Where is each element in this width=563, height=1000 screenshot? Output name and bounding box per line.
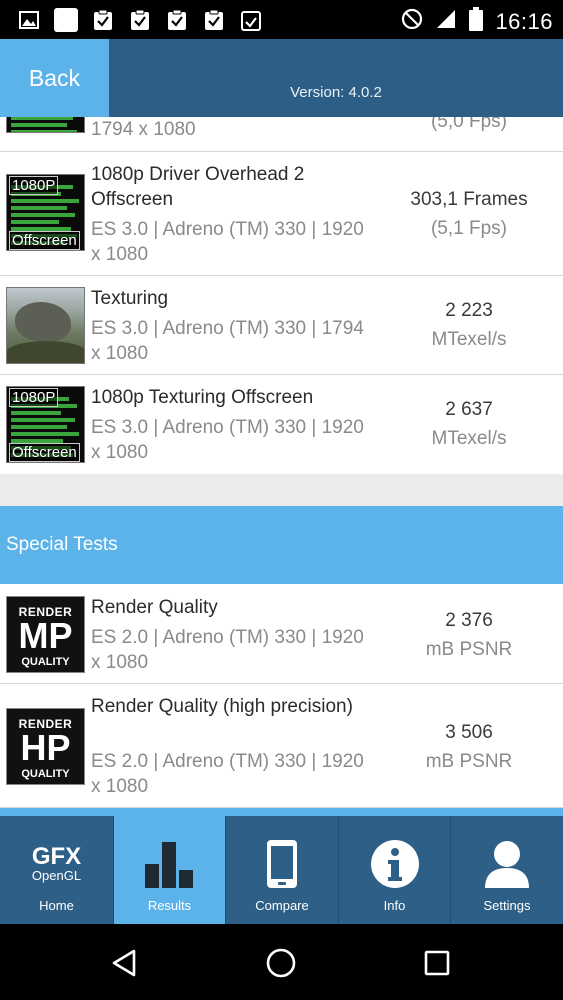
notification-icons (16, 8, 264, 32)
clipboard-check-icon (90, 8, 116, 32)
badge-big-text: HP (20, 727, 71, 768)
info-icon (339, 838, 450, 890)
gfx-opengl-logo-icon: GFX OpenGL (0, 838, 113, 890)
nav-compare[interactable]: Compare (225, 816, 338, 924)
nav-results[interactable]: Results (113, 816, 225, 924)
test-subtitle: ES 2.0 | Adreno (TM) 330 | 1920 x 1080 (91, 751, 364, 797)
nav-label: Home (39, 898, 74, 913)
app-square-icon (53, 8, 79, 32)
back-button[interactable]: Back (0, 39, 109, 117)
test-unit: mB PSNR (425, 639, 513, 660)
test-unit: mB PSNR (425, 751, 513, 772)
battery-icon (469, 7, 484, 36)
test-subtitle: ES 3.0 | Adreno (TM) 330 | 1920 x 1080 (91, 417, 364, 463)
version-label: Version: 4.0.2 (290, 84, 382, 101)
test-unit: (5,0 Fps) (430, 117, 508, 132)
logo-word: GFX (31, 843, 82, 870)
list-item[interactable]: RENDER HP QUALITY Render Quality (high p… (0, 684, 563, 808)
user-icon (451, 838, 563, 890)
test-score: 2 376 (445, 610, 493, 631)
signal-icon (435, 8, 457, 35)
gfxbench-results-screen: 16:16 Back Version: 4.0.2 1794 x 1080 (5… (0, 0, 563, 1000)
clipboard-check-icon (127, 8, 153, 32)
list-item[interactable]: RENDER MP QUALITY Render Quality ES 2.0 … (0, 584, 563, 684)
nav-label: Settings (483, 898, 531, 913)
results-list[interactable]: 1794 x 1080 (5,0 Fps) 1080P Offscreen 10… (0, 117, 563, 816)
offscreen-thumbnail: 1080P Offscreen (6, 386, 85, 463)
test-score: 303,1 Frames (410, 189, 528, 210)
list-bottom-accent (0, 808, 563, 816)
nav-label: Info (383, 898, 406, 913)
test-unit: MTexel/s (431, 428, 507, 449)
clipboard-check-icon (201, 8, 227, 32)
nav-settings[interactable]: Settings (450, 816, 563, 924)
clipboard-list-icon (238, 8, 264, 32)
clipboard-check-icon (164, 8, 190, 32)
bottom-navigation: GFX OpenGL Home Results Compare Info Set… (0, 816, 563, 924)
render-quality-hp-badge: RENDER HP QUALITY (6, 708, 85, 785)
test-score: 2 223 (445, 300, 493, 321)
thumb-label-1080p: 1080P (9, 176, 59, 195)
status-bar: 16:16 (0, 0, 563, 39)
test-subtitle: ES 3.0 | Adreno (TM) 330 | 1920 x 1080 (91, 219, 364, 265)
badge-bottom-text: QUALITY (21, 768, 70, 780)
image-icon (16, 8, 42, 32)
nav-label: Compare (255, 898, 309, 913)
badge-bottom-text: QUALITY (21, 656, 70, 668)
test-unit: MTexel/s (431, 329, 507, 350)
test-subtitle: ES 2.0 | Adreno (TM) 330 | 1920 x 1080 (91, 627, 364, 673)
bar-chart-icon (114, 838, 225, 890)
nav-info[interactable]: Info (338, 816, 450, 924)
test-thumbnail (6, 117, 85, 133)
badge-big-text: MP (18, 615, 73, 656)
section-gap (0, 474, 563, 506)
clock: 16:16 (495, 8, 553, 34)
system-navigation-bar (0, 924, 563, 1000)
texturing-thumbnail (6, 287, 85, 364)
offscreen-thumbnail: 1080P Offscreen (6, 174, 85, 251)
phone-icon (226, 838, 338, 890)
thumb-label-1080p: 1080P (9, 388, 59, 407)
test-score: 3 506 (445, 722, 493, 743)
test-score: 2 637 (445, 399, 493, 420)
test-title: 1080p Driver Overhead 2 Offscreen (91, 164, 305, 210)
test-title: Texturing (91, 288, 169, 309)
list-item[interactable]: 1080P Offscreen 1080p Texturing Offscree… (0, 375, 563, 474)
thumb-label-offscreen: Offscreen (9, 231, 80, 250)
section-title: Special Tests (6, 534, 118, 555)
status-right: 16:16 (401, 7, 553, 36)
thumb-label-offscreen: Offscreen (9, 443, 80, 462)
render-quality-badge: RENDER MP QUALITY (6, 596, 85, 673)
test-unit: (5,1 Fps) (430, 218, 508, 239)
nav-home[interactable]: GFX OpenGL Home (0, 816, 113, 924)
list-item[interactable]: 1080P Offscreen 1080p Driver Overhead 2 … (0, 152, 563, 276)
logo-sub: OpenGL (31, 868, 82, 883)
back-triangle-icon[interactable] (102, 940, 148, 986)
nav-label: Results (147, 898, 192, 913)
test-subtitle: ES 3.0 | Adreno (TM) 330 | 1794 x 1080 (91, 318, 364, 364)
test-title: Render Quality (high precision) (91, 696, 353, 717)
home-circle-icon[interactable] (258, 940, 304, 986)
app-header: Back Version: 4.0.2 (0, 39, 563, 117)
test-title: Render Quality (91, 597, 218, 618)
list-item[interactable]: 1794 x 1080 (5,0 Fps) (0, 117, 563, 152)
test-subtitle: 1794 x 1080 (91, 119, 196, 140)
do-not-disturb-icon (401, 8, 423, 35)
recents-square-icon[interactable] (414, 940, 460, 986)
list-item[interactable]: Texturing ES 3.0 | Adreno (TM) 330 | 179… (0, 276, 563, 375)
test-title: 1080p Texturing Offscreen (91, 387, 314, 408)
section-header-special-tests: Special Tests (0, 506, 563, 584)
